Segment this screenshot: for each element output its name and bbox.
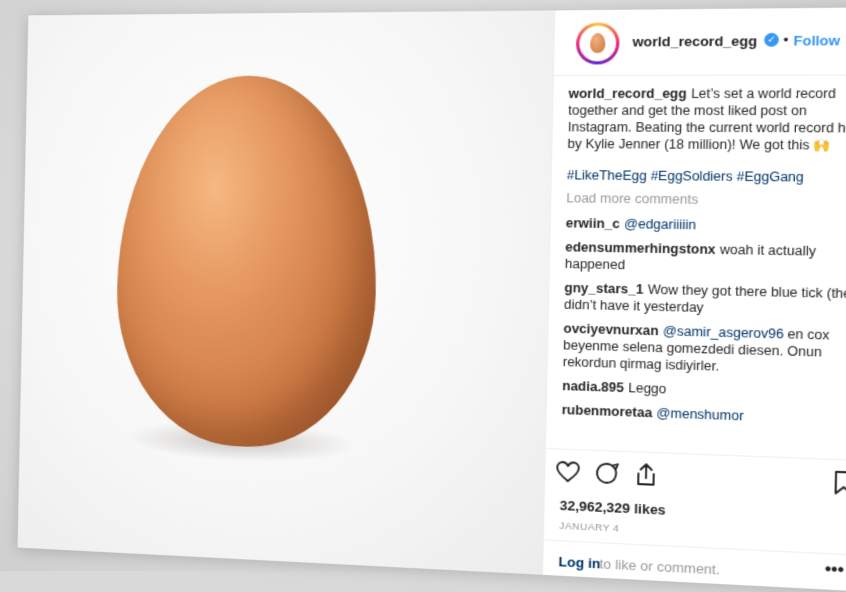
comment-item: erwiin_c @edgariiiiin xyxy=(566,215,846,236)
login-prompt-text: to like or comment. xyxy=(599,555,721,578)
avatar-egg-icon xyxy=(589,32,606,53)
comment-username[interactable]: erwiin_c xyxy=(566,216,620,231)
verified-icon: ✓ xyxy=(764,32,779,47)
avatar[interactable] xyxy=(575,22,620,65)
bookmark-icon[interactable] xyxy=(830,468,846,497)
heart-icon[interactable] xyxy=(554,458,583,486)
likes-count[interactable]: 32,962,329 likes xyxy=(560,497,666,517)
comments-section[interactable]: world_record_egg Let’s set a world record… xyxy=(561,85,846,457)
header-username[interactable]: world_record_egg xyxy=(632,33,757,50)
comment-mention[interactable]: @menshumor xyxy=(656,406,743,424)
comment-username[interactable]: gny_stars_1 xyxy=(564,281,643,297)
follow-button[interactable]: Follow xyxy=(793,32,840,48)
comment-icon[interactable] xyxy=(592,459,621,487)
load-more-comments-button[interactable]: Load more comments xyxy=(566,190,846,210)
post-sidebar: world_record_egg ✓ • Follow world_record… xyxy=(542,7,846,592)
comment-username[interactable]: edensummerhingstonx xyxy=(565,240,716,257)
comment-item: edensummerhingstonx woah it actually happ… xyxy=(565,239,846,278)
comment-item: nadia.895 Leggo xyxy=(562,378,846,404)
egg-image xyxy=(114,75,381,452)
post-date: JANUARY 4 xyxy=(559,520,620,535)
caption-username[interactable]: world_record_egg xyxy=(568,86,686,101)
comment-username[interactable]: rubenmoretaa xyxy=(562,403,653,421)
post-photo xyxy=(17,10,555,575)
hashtags[interactable]: #LikeTheEgg #EggSoldiers #EggGang xyxy=(567,167,846,187)
separator-dot: • xyxy=(783,31,789,48)
comment-item: gny_stars_1 Wow they got there blue tick … xyxy=(564,280,846,320)
avatar-inner xyxy=(578,25,617,62)
comment-mention[interactable]: @edgariiiiin xyxy=(624,217,696,233)
instagram-post-card: world_record_egg ✓ • Follow world_record… xyxy=(17,7,846,592)
comment-username[interactable]: nadia.895 xyxy=(562,379,624,396)
caption: world_record_egg Let’s set a world record… xyxy=(567,85,846,154)
share-icon[interactable] xyxy=(632,461,661,490)
comment-text: Leggo xyxy=(628,380,667,397)
scene-background: world_record_egg ✓ • Follow world_record… xyxy=(0,0,846,592)
post-header: world_record_egg ✓ • Follow xyxy=(553,7,846,77)
comment-mention[interactable]: @samir_asgerov96 xyxy=(663,324,784,342)
comment-username[interactable]: ovciyevnurxan xyxy=(563,321,658,338)
login-link[interactable]: Log in xyxy=(558,554,600,572)
comment-item: rubenmoretaa @menshumor xyxy=(562,402,846,429)
comment-item: ovciyevnurxan @samir_asgerov96 en cox bey… xyxy=(563,320,846,379)
